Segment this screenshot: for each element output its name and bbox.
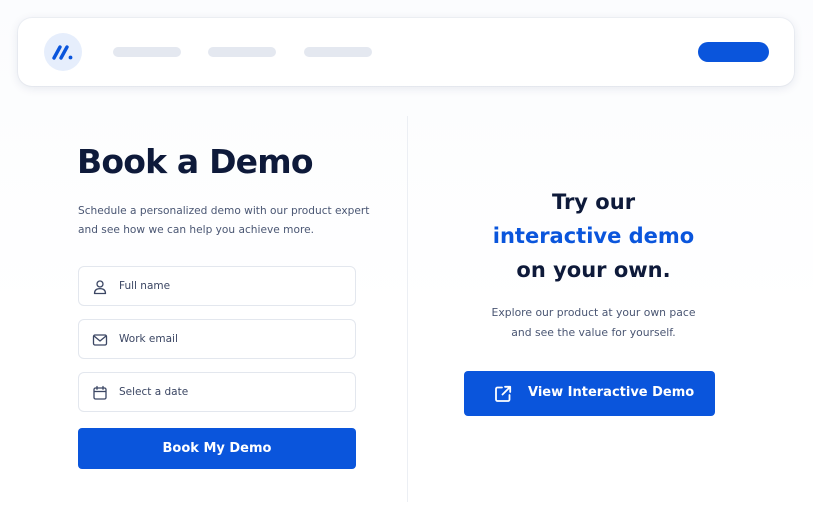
- calendar-icon: [93, 385, 107, 400]
- nav-link-placeholder-3[interactable]: [304, 47, 372, 57]
- book-demo-subtitle: Schedule a personalized demo with our pr…: [78, 202, 378, 240]
- book-demo-subtitle-line-1: Schedule a personalized demo with our pr…: [78, 205, 370, 217]
- nav-link-placeholder-2[interactable]: [208, 47, 276, 57]
- view-interactive-demo-label: View Interactive Demo: [528, 385, 695, 400]
- interactive-subtitle-line-1: Explore our product at your own pace: [491, 306, 696, 319]
- book-demo-title: Book a Demo: [77, 142, 314, 181]
- view-interactive-demo-button[interactable]: View Interactive Demo: [464, 371, 715, 416]
- date-input[interactable]: [119, 373, 344, 411]
- page: Book a Demo Schedule a personalized demo…: [0, 0, 813, 523]
- interactive-heading-line-3: on your own.: [516, 258, 671, 282]
- top-navbar: [18, 18, 794, 86]
- date-field[interactable]: [78, 372, 356, 412]
- interactive-demo-heading: Try our interactive demo on your own.: [420, 185, 767, 287]
- mail-icon: [92, 334, 108, 346]
- external-link-icon: [495, 385, 512, 402]
- book-demo-subtitle-line-2: and see how we can help you achieve more…: [78, 224, 314, 236]
- interactive-demo-subtitle: Explore our product at your own pace and…: [420, 303, 767, 343]
- work-email-input[interactable]: [119, 320, 344, 358]
- interactive-heading-line-1: Try our: [551, 190, 636, 214]
- brand-slash-logo-icon: [52, 45, 73, 60]
- nav-link-placeholder-1[interactable]: [113, 47, 181, 57]
- work-email-field[interactable]: [78, 319, 356, 359]
- interactive-heading-accent: interactive demo: [492, 224, 695, 248]
- interactive-subtitle-line-2: and see the value for yourself.: [511, 326, 676, 339]
- user-icon: [93, 280, 107, 295]
- column-divider: [407, 116, 408, 502]
- brand-logo[interactable]: [44, 33, 82, 71]
- book-my-demo-button[interactable]: Book My Demo: [78, 428, 356, 469]
- full-name-input[interactable]: [119, 267, 344, 305]
- nav-cta-button[interactable]: [698, 42, 769, 62]
- full-name-field[interactable]: [78, 266, 356, 306]
